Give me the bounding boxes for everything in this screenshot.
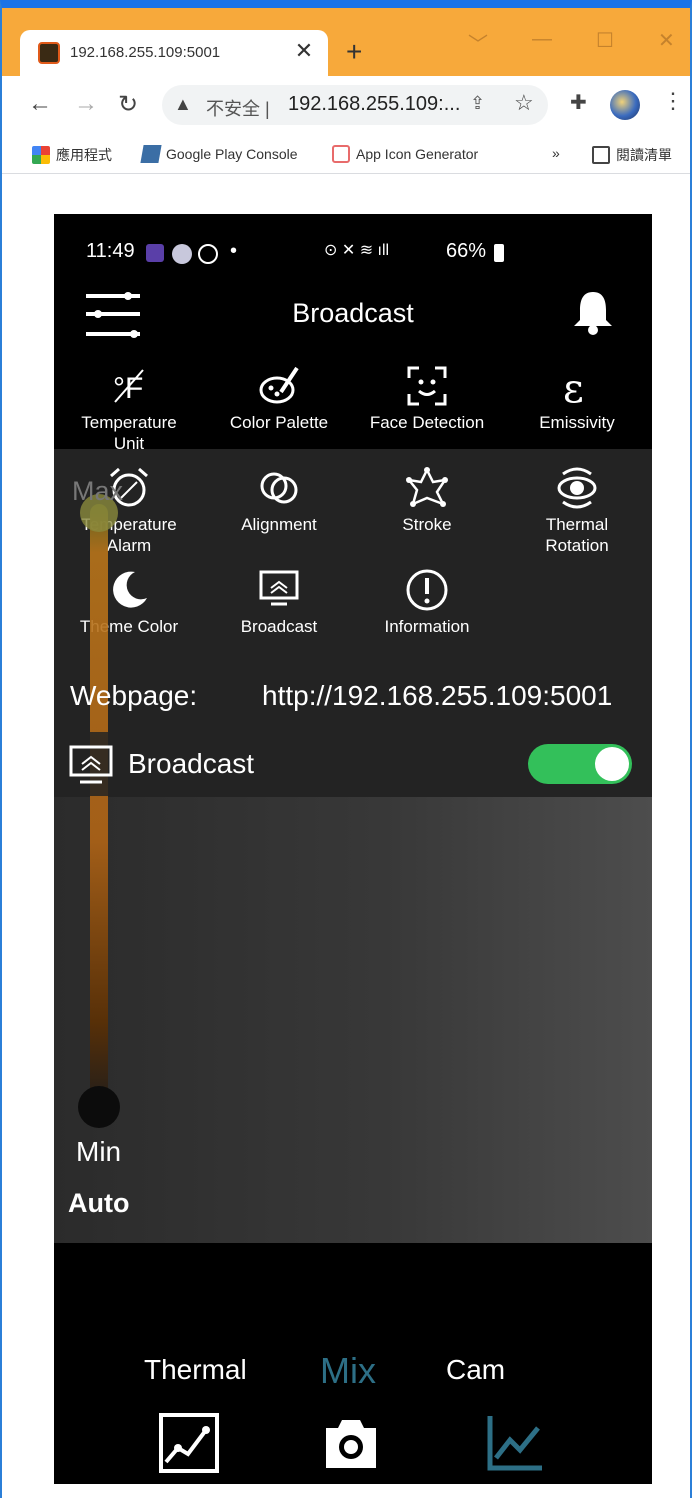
notification-globe-icon	[172, 244, 192, 264]
menu-emissivity[interactable]: ε Emissivity	[502, 364, 652, 433]
toolbar: ← → ↻ ▲ 不安全 | 192.168.255.109:... ⇪ ☆ ✚ …	[2, 76, 690, 134]
bookmark-app-icon-generator[interactable]: App Icon Generator	[332, 145, 478, 163]
bookmarks-bar: 應用程式 Google Play Console App Icon Genera…	[2, 134, 690, 174]
star-icon[interactable]: ☆	[514, 90, 534, 116]
bookmark-apps[interactable]: 應用程式	[32, 145, 112, 165]
slider-max-label: Max	[72, 476, 124, 506]
info-icon	[406, 569, 448, 611]
warning-icon[interactable]: ▲	[174, 94, 192, 115]
menu-label: Color Palette	[229, 413, 329, 432]
temperature-unit-icon: °F	[113, 369, 144, 405]
gallery-icon[interactable]	[158, 1412, 220, 1474]
maximize-button[interactable]: ☐	[596, 28, 614, 53]
battery-level: 66%	[446, 240, 487, 262]
security-status: 不安全 |	[206, 99, 270, 119]
menu-color-palette[interactable]: Color Palette	[204, 364, 354, 433]
broadcast-icon	[69, 745, 113, 784]
favicon-icon	[38, 42, 60, 64]
minimize-button[interactable]: —	[532, 28, 552, 51]
notification-app-icon	[146, 244, 164, 262]
webpage-url[interactable]: http://192.168.255.109:5001	[262, 680, 612, 712]
stroke-icon	[405, 467, 448, 507]
menu-information[interactable]: Information	[352, 568, 502, 637]
status-dot: •	[230, 240, 238, 262]
face-detection-icon	[407, 366, 447, 406]
menu-temperature-unit[interactable]: °F Temperature Unit	[54, 364, 204, 454]
status-time: 11:49	[86, 240, 135, 262]
menu-thermal-rotation[interactable]: Thermal Rotation	[502, 466, 652, 556]
toggle-knob	[595, 747, 629, 781]
whatsapp-icon	[198, 244, 218, 264]
broadcast-label: Broadcast	[128, 748, 255, 779]
page-content: 11:49 • ⊙ ✕ ≋ ıll 66% Broadcast °F Tempe…	[2, 174, 690, 1500]
bookmark-play-console[interactable]: Google Play Console	[140, 145, 298, 163]
slider-min-handle[interactable]	[78, 1086, 120, 1128]
apps-grid-icon	[32, 146, 50, 164]
app-icon-generator-icon	[332, 145, 350, 163]
battery-icon	[494, 244, 504, 262]
slider-min-label: Min	[76, 1136, 122, 1167]
new-tab-button[interactable]: +	[346, 38, 362, 66]
broadcast-row: Broadcast	[54, 732, 652, 796]
emissivity-icon: ε	[563, 366, 584, 408]
close-window-button[interactable]: ✕	[658, 28, 675, 53]
menu-icon[interactable]: ⋮	[662, 88, 684, 114]
thermal-camera-view[interactable]	[54, 797, 652, 1243]
tab-close-icon[interactable]: ✕	[292, 38, 316, 64]
alignment-icon	[260, 472, 298, 504]
phone-screen: 11:49 • ⊙ ✕ ≋ ıll 66% Broadcast °F Tempe…	[54, 214, 652, 1484]
tab-search-icon[interactable]: ﹀	[468, 28, 488, 57]
tab-title: 192.168.255.109:5001	[70, 44, 221, 61]
broadcast-toggle[interactable]	[528, 744, 632, 784]
menu-face-detection[interactable]: Face Detection	[352, 364, 502, 433]
auto-mode-button[interactable]: Auto	[68, 1188, 129, 1219]
address-bar[interactable]: ▲ 不安全 | 192.168.255.109:... ⇪ ☆	[162, 85, 548, 125]
reading-list-icon	[592, 146, 610, 164]
menu-label: Stroke	[402, 515, 452, 534]
menu-label: Face Detection	[369, 413, 485, 432]
reload-button[interactable]: ↻	[114, 90, 142, 119]
webpage-label: Webpage:	[70, 680, 198, 711]
menu-label: Thermal Rotation	[545, 515, 609, 555]
forward-button[interactable]: →	[72, 90, 100, 118]
status-icons: ⊙ ✕ ≋ ıll	[324, 242, 390, 259]
tab-mix[interactable]: Mix	[320, 1350, 376, 1392]
avatar[interactable]	[610, 90, 640, 120]
chart-icon[interactable]	[484, 1412, 546, 1474]
menu-alignment[interactable]: Alignment	[204, 466, 354, 535]
app-title: Broadcast	[292, 298, 414, 328]
camera-icon[interactable]	[320, 1412, 382, 1474]
tab-cam[interactable]: Cam	[446, 1354, 505, 1386]
moon-icon	[113, 571, 147, 608]
extensions-icon[interactable]: ✚	[570, 90, 587, 115]
play-console-icon	[140, 145, 162, 163]
menu-label: Emissivity	[539, 413, 615, 432]
svg-text:ε: ε	[563, 366, 584, 408]
menu-broadcast[interactable]: Broadcast	[204, 568, 354, 637]
menu-label: Information	[384, 617, 470, 636]
share-icon[interactable]: ⇪	[470, 93, 485, 114]
broadcast-icon	[259, 570, 299, 606]
menu-theme-color[interactable]: Theme Color	[54, 568, 204, 637]
bell-icon[interactable]	[570, 290, 616, 336]
tab-thermal[interactable]: Thermal	[144, 1354, 247, 1386]
tab-strip: 192.168.255.109:5001 ✕ + ﹀ — ☐ ✕	[2, 8, 690, 78]
reading-list[interactable]: 閱讀清單	[592, 145, 672, 165]
palette-icon	[259, 366, 299, 404]
more-bookmarks-icon[interactable]: »	[552, 145, 560, 161]
temperature-range-slider[interactable]	[90, 504, 108, 1114]
browser-tab[interactable]: 192.168.255.109:5001 ✕	[20, 30, 328, 78]
status-bar: 11:49 • ⊙ ✕ ≋ ıll 66%	[54, 238, 652, 268]
back-button[interactable]: ←	[26, 90, 54, 118]
menu-label: Temperature Unit	[81, 413, 177, 453]
menu-label: Broadcast	[240, 617, 318, 636]
menu-stroke[interactable]: Stroke	[352, 466, 502, 535]
browser-window: 192.168.255.109:5001 ✕ + ﹀ — ☐ ✕ ← → ↻ ▲…	[0, 0, 692, 1500]
menu-label: Alignment	[241, 515, 317, 534]
url-text[interactable]: 192.168.255.109:...	[288, 93, 460, 116]
rotation-icon	[557, 467, 597, 509]
